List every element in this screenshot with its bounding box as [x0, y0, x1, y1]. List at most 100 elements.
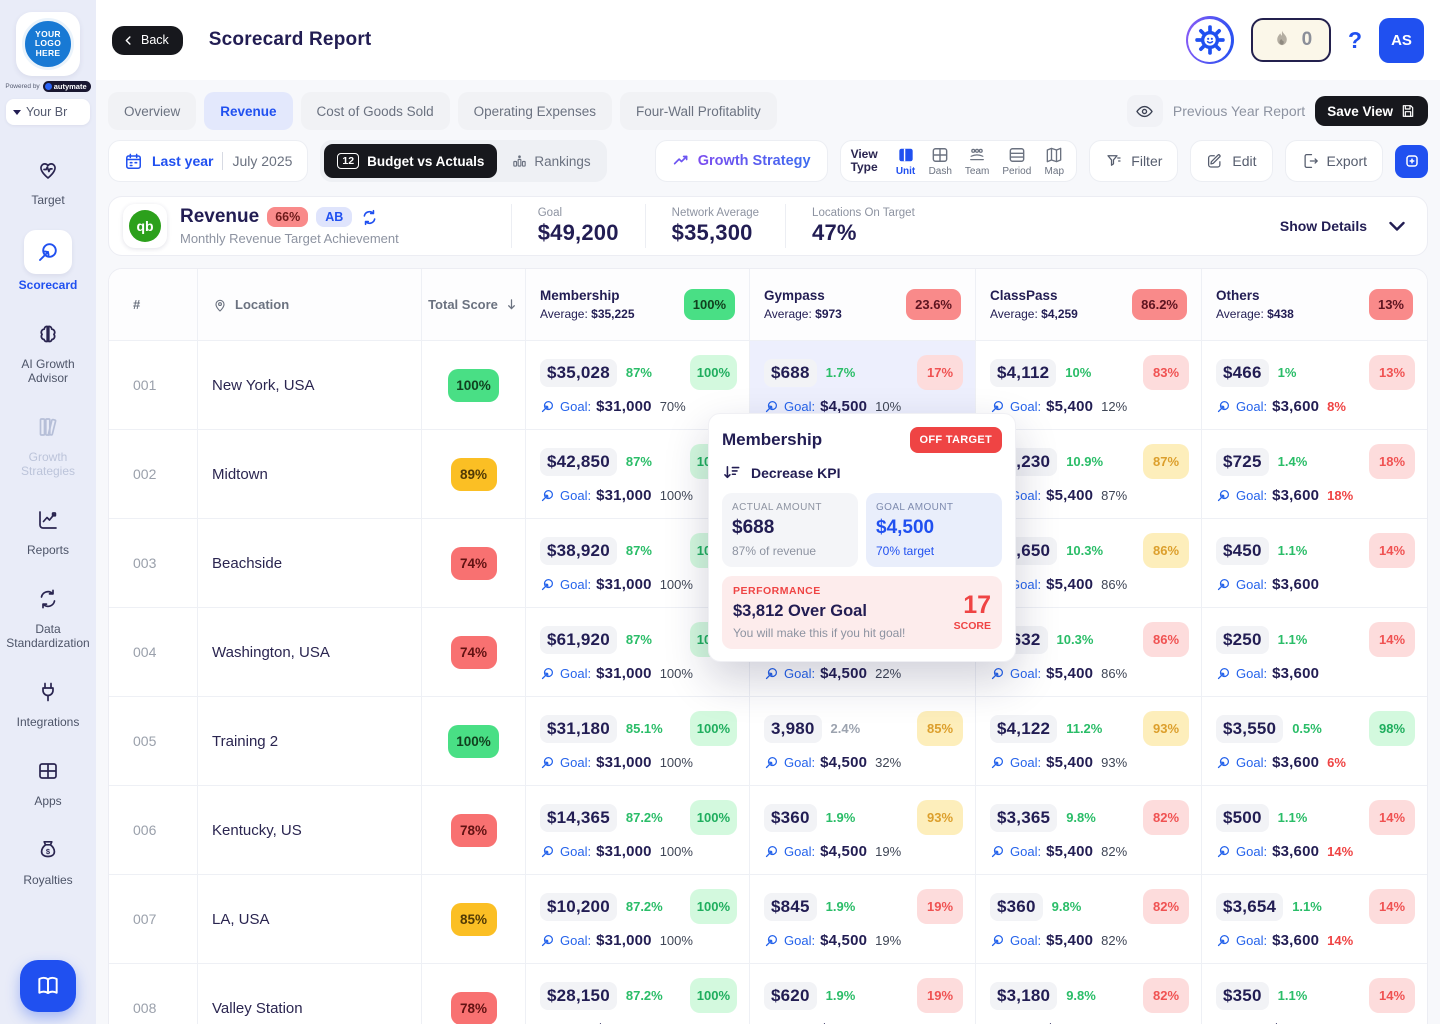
row-total-score: 78% — [421, 786, 525, 874]
kpi-cell[interactable]: $3,6541.1%14%Goal:$3,60014% — [1201, 875, 1427, 963]
kpi-value: $28,150 — [540, 982, 617, 1010]
save-view-button[interactable]: Save View — [1315, 96, 1428, 126]
kpi-cell[interactable]: $4661%13%Goal:$3,6008% — [1201, 341, 1427, 429]
sidebar-item-scorecard[interactable]: Scorecard — [0, 230, 96, 292]
kpi-cell[interactable]: $4,12211.2%93%Goal:$5,40093% — [975, 697, 1201, 785]
table-row[interactable]: 006Kentucky, US78%$14,36587.2%100%Goal:$… — [109, 786, 1427, 875]
kpi-header-classpass[interactable]: ClassPassAverage: $4,259 86.2% — [975, 269, 1201, 340]
sidebar-item-data-standardization[interactable]: Data Standardization — [0, 580, 96, 650]
previous-year-report-toggle[interactable]: Previous Year Report — [1127, 95, 1305, 127]
kpi-cell[interactable]: $7251.4%18%Goal:$3,60018% — [1201, 430, 1427, 518]
gear-smiley-icon — [1193, 23, 1227, 57]
view-option-map[interactable]: Map — [1042, 145, 1066, 177]
kpi-cell[interactable]: $14,36587.2%100%Goal:$31,000100% — [525, 786, 749, 874]
view-option-team[interactable]: Team — [963, 145, 991, 177]
sidebar-item-ai-growth-advisor[interactable]: AI Growth Advisor — [0, 315, 96, 385]
kpi-percent-of-revenue: 9.8% — [1066, 988, 1096, 1003]
brand-selector[interactable]: Your Br — [6, 99, 90, 125]
back-button[interactable]: Back — [112, 26, 183, 55]
kpi-goal: Goal:$4,50019% — [764, 843, 963, 860]
divider — [222, 152, 223, 170]
edit-button[interactable]: Edit — [1190, 140, 1272, 182]
table-row[interactable]: 008Valley Station78%$28,15087.2%100%Goal… — [109, 964, 1427, 1024]
kpi-header-others[interactable]: OthersAverage: $438 13% — [1201, 269, 1427, 340]
off-target-badge: OFF TARGET — [910, 427, 1002, 453]
kpi-cell[interactable]: $3,1809.8%82%Goal:$5,40082% — [975, 964, 1201, 1024]
kpi-header-membership[interactable]: MembershipAverage: $35,225 100% — [525, 269, 749, 340]
kpi-value: $688 — [764, 359, 817, 387]
tab-operating-expenses[interactable]: Operating Expenses — [458, 92, 612, 130]
kpi-cell[interactable]: $28,15087.2%100%Goal:$31,000100% — [525, 964, 749, 1024]
date-range-picker[interactable]: Last year July 2025 — [108, 140, 308, 182]
table-row[interactable]: 007LA, USA85%$10,20087.2%100%Goal:$31,00… — [109, 875, 1427, 964]
kpi-score-badge: 18% — [1369, 444, 1415, 479]
kpi-goal: Goal:$31,000100% — [540, 843, 737, 860]
total-score-badge: 89% — [451, 458, 497, 491]
view-option-unit[interactable]: Unit — [894, 145, 918, 177]
sidebar-item-reports[interactable]: Reports — [0, 501, 96, 557]
export-button[interactable]: Export — [1285, 140, 1383, 182]
kpi-cell[interactable]: $2501.1%14%Goal:$3,600 — [1201, 608, 1427, 696]
kpi-cell[interactable]: $3609.8%82%Goal:$5,40082% — [975, 875, 1201, 963]
revenue-achievement-badge: 66% — [267, 207, 308, 227]
kpi-cell[interactable]: $6201.9%19%Goal:$4,50019% — [749, 964, 975, 1024]
sidebar-item-royalties[interactable]: $ Royalties — [0, 831, 96, 887]
total-score-column-header[interactable]: Total Score — [421, 269, 525, 340]
mode-switcher: 12 Budget vs Actuals Rankings — [320, 140, 606, 182]
total-score-badge: 100% — [448, 369, 499, 402]
sidebar-item-growth-strategies[interactable]: Growth Strategies — [0, 408, 96, 478]
kpi-cell[interactable]: $8451.9%19%Goal:$4,50019% — [749, 875, 975, 963]
kpi-goal: Goal:$5,40082% — [990, 932, 1189, 949]
chart-icon — [26, 501, 70, 539]
row-location: New York, USA — [197, 341, 421, 429]
kpi-value: $61,920 — [540, 626, 617, 654]
kpi-percent-of-revenue: 87% — [626, 454, 652, 469]
table-row[interactable]: 005Training 2100%$31,18085.1%100%Goal:$3… — [109, 697, 1427, 786]
tab-overview[interactable]: Overview — [108, 92, 196, 130]
tab-four-wall-profitability[interactable]: Four-Wall Profitablity — [620, 92, 777, 130]
tab-cost-of-goods-sold[interactable]: Cost of Goods Sold — [301, 92, 450, 130]
flame-icon — [1270, 28, 1294, 52]
goal-icon — [1216, 577, 1231, 592]
knowledge-base-button[interactable] — [20, 960, 76, 1012]
settings-button[interactable] — [1186, 16, 1234, 64]
kpi-goal: Goal:$4,50032% — [764, 754, 963, 771]
sidebar-item-apps[interactable]: Apps — [0, 752, 96, 808]
kpi-cell[interactable]: $3501.1%14%Goal:$3,60014% — [1201, 964, 1427, 1024]
open-book-icon — [35, 973, 61, 999]
kpi-cell[interactable]: $3,3659.8%82%Goal:$5,40082% — [975, 786, 1201, 874]
view-option-dash[interactable]: Dash — [927, 145, 954, 177]
quickbooks-logo: qb — [123, 204, 167, 248]
rankings-toggle[interactable]: Rankings — [499, 153, 602, 170]
view-option-period[interactable]: Period — [1000, 145, 1033, 177]
tab-revenue[interactable]: Revenue — [204, 92, 292, 130]
kpi-header-gympass[interactable]: GympassAverage: $973 23.6% — [749, 269, 975, 340]
kpi-cell[interactable]: $31,18085.1%100%Goal:$31,000100% — [525, 697, 749, 785]
kpi-cell[interactable]: $4501.1%14%Goal:$3,600 — [1201, 519, 1427, 607]
refresh-icon[interactable] — [360, 208, 379, 227]
filter-button[interactable]: Filter — [1089, 140, 1178, 182]
budget-vs-actuals-toggle[interactable]: 12 Budget vs Actuals — [324, 144, 497, 178]
kpi-cell[interactable]: $5001.1%14%Goal:$3,60014% — [1201, 786, 1427, 874]
user-avatar[interactable]: AS — [1379, 18, 1424, 63]
kpi-goal: Goal:$3,60018% — [1216, 487, 1415, 504]
add-button[interactable] — [1395, 145, 1428, 178]
performance-score: 17 SCORE — [954, 593, 991, 632]
kpi-cell[interactable]: 3,9802.4%85%Goal:$4,50032% — [749, 697, 975, 785]
kpi-goal: Goal:$4,50019% — [764, 932, 963, 949]
sidebar-item-target[interactable]: Target — [0, 151, 96, 207]
sidebar-item-integrations[interactable]: Integrations — [0, 673, 96, 729]
kpi-cell[interactable]: $10,20087.2%100%Goal:$31,000100% — [525, 875, 749, 963]
kpi-percent-of-revenue: 1.1% — [1292, 899, 1322, 914]
growth-strategy-button[interactable]: Growth Strategy — [655, 140, 828, 182]
credits-counter[interactable]: 0 — [1251, 18, 1331, 62]
brain-icon — [26, 315, 70, 353]
kpi-cell[interactable]: $3601.9%93%Goal:$4,50019% — [749, 786, 975, 874]
kpi-value: $725 — [1216, 448, 1269, 476]
kpi-cell[interactable]: $3,5500.5%98%Goal:$3,6006% — [1201, 697, 1427, 785]
location-column-header[interactable]: Location — [197, 269, 421, 340]
autymate-logo-icon — [45, 83, 52, 90]
show-details-toggle[interactable]: Show Details — [1280, 214, 1409, 238]
help-button[interactable]: ? — [1348, 27, 1362, 54]
goal-icon — [1216, 488, 1231, 503]
